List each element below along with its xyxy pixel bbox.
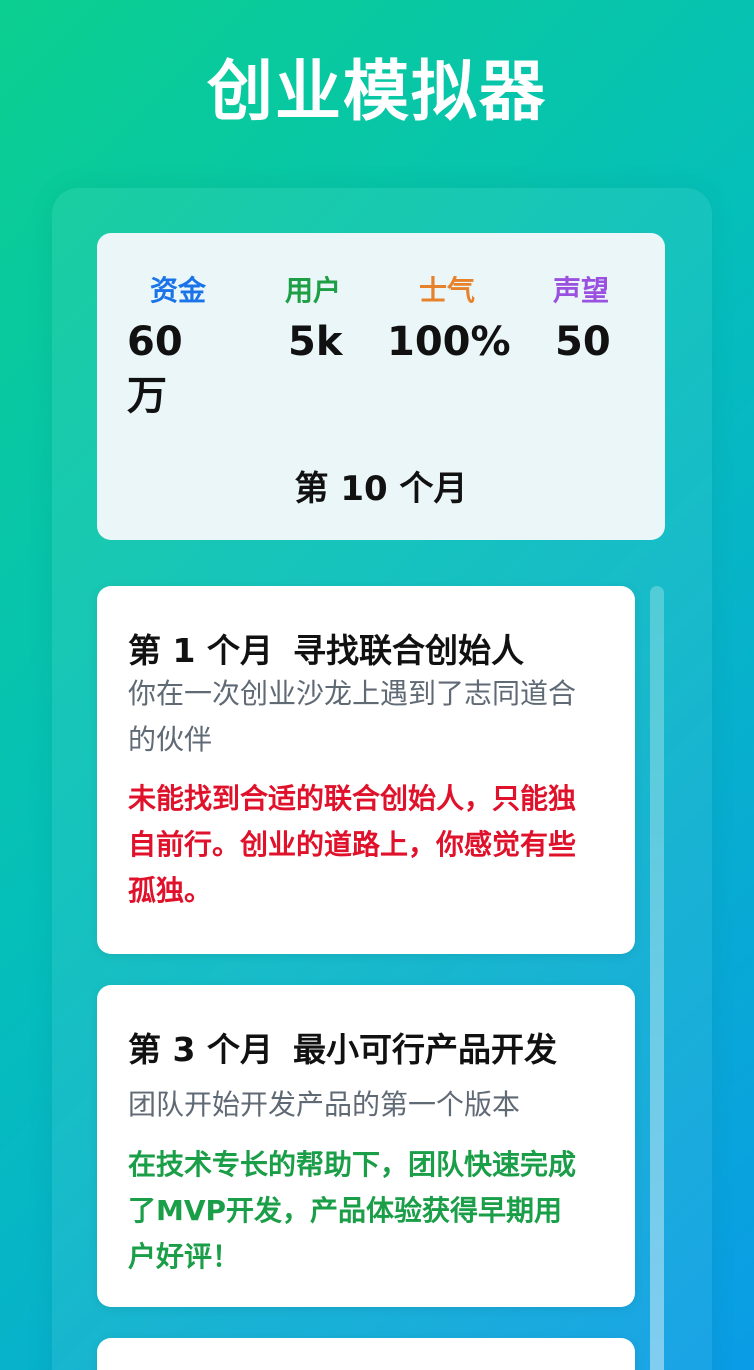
stats-card: 资金 60万 用户 5k 士气 100% 声望 50 第 10 个月 <box>97 233 665 540</box>
event-card: 第 3 个月 最小可行产品开发 团队开始开发产品的第一个版本 在技术专长的帮助下，… <box>97 985 635 1307</box>
stat-morale-value: 100% <box>387 319 511 365</box>
event-name: 最小可行产品开发 <box>292 1030 557 1069</box>
event-list-scrollbar[interactable] <box>650 586 664 1370</box>
event-description: 团队开始开发产品的第一个版本 <box>128 1088 521 1121</box>
current-month: 第 10 个月 <box>294 469 468 509</box>
event-result: 未能找到合适的联合创始人，只能独自前行。创业的道路上，你感觉有些孤独。 <box>128 782 577 907</box>
event-card: 第 1 个月 寻找联合创始人 你在一次创业沙龙上遇到了志同道合的伙伴 未能找到合适… <box>97 586 635 954</box>
event-title: 第 3 个月 最小可行产品开发 <box>128 1023 557 1071</box>
stat-users-label: 用户 <box>285 274 342 307</box>
app-title: 创业模拟器 <box>207 53 547 130</box>
stat-funds-label: 资金 <box>150 274 207 307</box>
stat-funds-value: 60万 <box>127 319 183 419</box>
event-title: 第 1 个月 寻找联合创始人 <box>128 624 524 672</box>
stat-reputation-label: 声望 <box>553 274 610 307</box>
event-month: 第 3 个月 <box>128 1030 273 1069</box>
event-name: 寻找联合创始人 <box>292 631 524 670</box>
stat-reputation-value: 50 <box>555 319 611 365</box>
event-card <box>97 1338 635 1370</box>
stat-users-value: 5k <box>288 319 343 365</box>
stat-morale-label: 士气 <box>419 274 476 307</box>
event-description: 你在一次创业沙龙上遇到了志同道合的伙伴 <box>128 677 577 756</box>
event-result: 在技术专长的帮助下，团队快速完成了MVP开发，产品体验获得早期用户好评！ <box>128 1148 577 1273</box>
event-month: 第 1 个月 <box>128 631 273 670</box>
